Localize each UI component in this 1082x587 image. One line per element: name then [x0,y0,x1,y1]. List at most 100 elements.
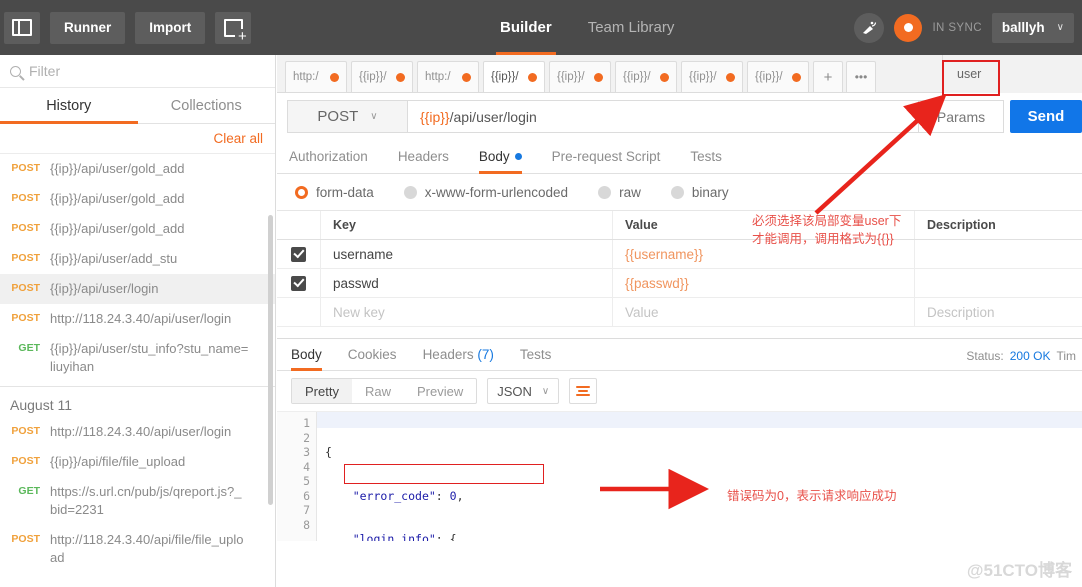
tab-headers[interactable]: Headers [398,140,449,174]
list-item[interactable]: GET https://s.url.cn/pub/js/qreport.js?_… [0,477,275,525]
body-modified-dot-icon [514,153,522,160]
new-window-plus-icon [223,18,247,44]
table-row[interactable]: passwd {{passwd}} [277,269,1082,298]
radio-raw[interactable]: raw [598,185,641,200]
body-type-options: form-data x-www-form-urlencoded raw bina… [277,174,1082,211]
sidebar-tabs: History Collections [0,88,275,124]
list-item[interactable]: POST {{ip}}/api/user/add_stu [0,244,275,274]
radio-raw-label: raw [619,184,641,200]
row-checkbox-cell[interactable] [277,269,321,297]
row-description[interactable] [915,269,1082,297]
radio-urlencoded-label: x-www-form-urlencoded [424,184,569,200]
response-tab-tests[interactable]: Tests [520,338,552,371]
list-item[interactable]: POST http://118.24.3.40/api/file/file_up… [0,525,275,573]
response-section-tabs: Body Cookies Headers (7) Tests Status: 2… [277,338,1082,371]
list-item[interactable]: POST http://118.24.3.40/api/user/login [0,304,275,334]
list-item[interactable]: GET {{ip}}/api/user/stu_info?stu_name=li… [0,334,275,382]
postman-window: Runner Import Builder Team Library [0,0,1082,587]
tab-team-library[interactable]: Team Library [588,0,675,55]
line-number-gutter: 1 2 3 4 5 6 7 8 [277,412,317,541]
request-tab[interactable]: http:/ [417,61,479,92]
radio-binary-icon [670,185,684,199]
tab-tests[interactable]: Tests [690,140,722,174]
tab-builder[interactable]: Builder [496,0,556,55]
method-badge: GET [18,342,40,354]
row-checkbox-cell[interactable] [277,240,321,268]
request-tab-label: {{ip}}/ [491,71,519,83]
tab-builder-label: Builder [500,19,552,36]
request-tab-active[interactable]: {{ip}}/ [483,61,545,92]
tab-body-label: Body [478,148,510,164]
satellite-dish-button[interactable] [854,12,885,43]
user-menu-button[interactable]: balllyh ∨ [991,12,1074,43]
view-mode-raw[interactable]: Raw [352,379,404,403]
radio-form-data[interactable]: form-data [295,185,374,200]
tab-pre-request-script[interactable]: Pre-request Script [552,140,661,174]
new-value-input[interactable]: Value [613,298,915,326]
sidebar-tab-collections[interactable]: Collections [138,88,276,123]
response-json-text[interactable]: { "error_code": 0, "login_info": { "logi… [325,416,678,541]
clear-all-button[interactable]: Clear all [213,131,263,146]
import-button[interactable]: Import [135,11,206,44]
tab-options-button[interactable]: ••• [846,61,876,92]
checkbox-checked-icon[interactable] [291,275,306,291]
request-tab[interactable]: http:/ [285,61,347,92]
params-button[interactable]: Params [918,100,1004,133]
row-value[interactable]: {{username}} [613,240,915,268]
list-item[interactable]: POST {{ip}}/api/user/gold_add [0,184,275,214]
new-key-input[interactable]: New key [321,298,613,326]
row-description[interactable] [915,240,1082,268]
row-key[interactable]: username [321,240,613,268]
request-tab[interactable]: {{ip}}/ [351,61,413,92]
request-tab-label: http:/ [293,71,319,83]
tab-authorization[interactable]: Authorization [289,140,368,174]
sidebar: History Collections Clear all POST {{ip}… [0,55,276,587]
wrap-lines-button[interactable] [569,378,598,404]
response-tab-headers[interactable]: Headers (7) [423,338,494,371]
checkbox-checked-icon[interactable] [291,246,306,262]
tab-body[interactable]: Body [478,140,522,174]
list-item[interactable]: POST {{ip}}/api/file/file_upload [0,447,275,477]
sidebar-tab-history[interactable]: History [0,88,138,124]
code-line: "login_info": { [352,532,457,541]
request-tab[interactable]: {{ip}}/ [615,61,677,92]
response-body-viewer[interactable]: 1 2 3 4 5 6 7 8 { "error_code": 0, "logi… [277,411,1082,541]
url-input[interactable]: {{ip}}/api/user/login [407,100,918,133]
wrap-lines-icon [576,386,591,388]
table-new-row[interactable]: New key Value Description [277,298,1082,327]
response-format-select[interactable]: JSON ∨ [487,378,560,404]
response-tab-body[interactable]: Body [291,338,322,371]
history-list[interactable]: POST {{ip}}/api/user/gold_add POST {{ip}… [0,154,275,587]
response-tab-cookies[interactable]: Cookies [348,338,397,371]
table-row[interactable]: username {{username}} [277,240,1082,269]
request-tab[interactable]: {{ip}}/ [747,61,809,92]
list-item-selected[interactable]: POST {{ip}}/api/user/login [0,274,275,304]
list-item[interactable]: POST http://118.24.3.40/api/user/login [0,417,275,447]
new-tab-button[interactable] [215,11,252,44]
sidebar-tab-history-label: History [46,98,92,114]
radio-binary[interactable]: binary [670,185,729,200]
view-mode-group: Pretty Raw Preview [291,378,478,404]
list-item[interactable]: POST {{ip}}/api/user/gold_add [0,154,275,184]
add-request-tab-button[interactable]: + [813,61,843,92]
row-value[interactable]: {{passwd}} [613,269,915,297]
sidebar-toggle-button[interactable] [4,11,40,44]
url-path-text: /api/user/login [449,108,537,125]
request-tab[interactable]: {{ip}}/ [549,61,611,92]
user-name-label: balllyh [1001,20,1045,35]
request-tab[interactable]: {{ip}}/ [681,61,743,92]
response-tab-cookies-label: Cookies [347,347,397,362]
view-mode-pretty[interactable]: Pretty [292,379,352,403]
new-description-input[interactable]: Description [915,298,1082,326]
response-format-label: JSON [497,383,532,399]
sidebar-scrollbar[interactable] [268,215,273,505]
row-key[interactable]: passwd [321,269,613,297]
environment-selector[interactable]: user [942,55,1082,93]
filter-input[interactable] [29,63,265,79]
http-method-select[interactable]: POST ∨ [287,100,407,133]
send-button[interactable]: Send [1010,100,1082,133]
list-item[interactable]: POST {{ip}}/api/user/gold_add [0,214,275,244]
runner-button[interactable]: Runner [50,11,126,44]
radio-urlencoded[interactable]: x-www-form-urlencoded [403,184,569,200]
view-mode-preview[interactable]: Preview [404,379,476,403]
